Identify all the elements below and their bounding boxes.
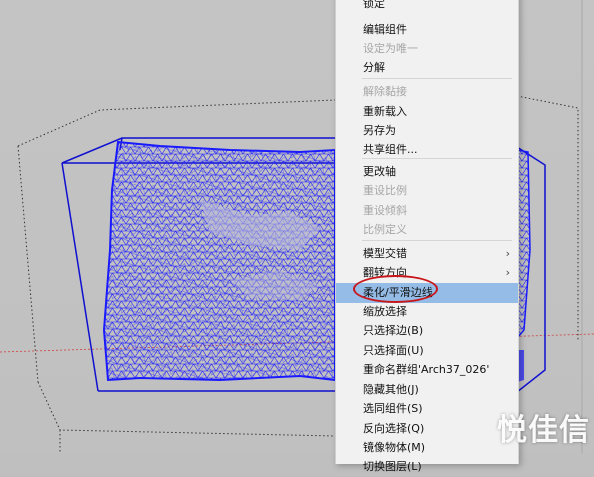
- menu-item[interactable]: 重新载入: [336, 102, 518, 122]
- menu-item-label: 编辑组件: [363, 23, 407, 36]
- menu-item-label: 只选择边(B): [363, 324, 424, 337]
- watermark-logo: 悦佳信: [497, 413, 590, 448]
- menu-item[interactable]: 镜像物体(M): [336, 438, 518, 458]
- menu-item[interactable]: 另存为: [336, 121, 518, 141]
- menu-item-label: 分解: [363, 61, 385, 74]
- menu-item[interactable]: 选同组件(S): [336, 399, 518, 419]
- menu-item-label: 只选择面(U): [363, 344, 424, 357]
- menu-item-label: 重设倾斜: [363, 204, 407, 217]
- menu-item-label: 镜像物体(M): [363, 441, 426, 454]
- menu-item-label: 切换图层(L): [363, 460, 422, 473]
- menu-item[interactable]: 模型交错 ›: [336, 244, 518, 264]
- menu-item-label: 设定为唯一: [363, 42, 418, 55]
- menu-item[interactable]: 共享组件...: [336, 140, 518, 160]
- menu-item[interactable]: 重设比例: [336, 181, 518, 201]
- menu-item-label: 重设比例: [363, 184, 407, 197]
- menu-item-label: 柔化/平滑边线: [363, 286, 433, 299]
- menu-item-label: 另存为: [363, 124, 396, 137]
- menu-item[interactable]: 隐藏其他(J): [336, 380, 518, 400]
- menu-separator: [362, 240, 512, 241]
- chevron-right-icon: ›: [505, 266, 510, 279]
- menu-item[interactable]: 反向选择(Q): [336, 419, 518, 439]
- menu-separator: [362, 78, 512, 79]
- menu-item-label: 更改轴: [363, 165, 396, 178]
- menu-item-label: 共享组件...: [363, 143, 418, 156]
- menu-item-label: 解除黏接: [363, 85, 407, 98]
- menu-item[interactable]: 重命名群组'Arch37_026': [336, 360, 518, 380]
- menu-item-label: 翻转方向: [363, 266, 407, 279]
- menu-item-label: 模型交错: [363, 247, 407, 260]
- menu-item[interactable]: 只选择面(U): [336, 341, 518, 361]
- menu-item[interactable]: 柔化/平滑边线: [336, 283, 518, 303]
- menu-item[interactable]: 分解: [336, 58, 518, 78]
- menu-item[interactable]: 更改轴: [336, 162, 518, 182]
- menu-item-label: 重命名群组'Arch37_026': [363, 363, 490, 376]
- menu-item[interactable]: 编辑组件: [336, 20, 518, 40]
- menu-item-label: 隐藏其他(J): [363, 383, 419, 396]
- menu-item[interactable]: 锁定: [336, 0, 518, 14]
- menu-item-label: 缩放选择: [363, 305, 407, 318]
- menu-item-label: 比例定义: [363, 223, 407, 236]
- context-menu[interactable]: 锁定编辑组件设定为唯一分解解除黏接重新载入另存为共享组件... 更改轴重设比例重设…: [335, 0, 519, 473]
- menu-item-label: 选同组件(S): [363, 402, 423, 415]
- menu-item-label: 锁定: [363, 0, 385, 10]
- menu-item[interactable]: 切换图层(L): [336, 457, 518, 477]
- menu-item[interactable]: 缩放选择: [336, 302, 518, 322]
- menu-item[interactable]: 只选择边(B): [336, 321, 518, 341]
- menu-item[interactable]: 翻转方向 ›: [336, 263, 518, 283]
- menu-item[interactable]: 解除黏接: [336, 82, 518, 102]
- menu-item[interactable]: 重设倾斜: [336, 201, 518, 221]
- menu-item-label: 重新载入: [363, 105, 407, 118]
- menu-item[interactable]: 设定为唯一: [336, 39, 518, 59]
- menu-item[interactable]: 比例定义: [336, 220, 518, 240]
- menu-separator: [362, 158, 512, 159]
- chevron-right-icon: ›: [505, 247, 510, 260]
- menu-item-label: 反向选择(Q): [363, 422, 425, 435]
